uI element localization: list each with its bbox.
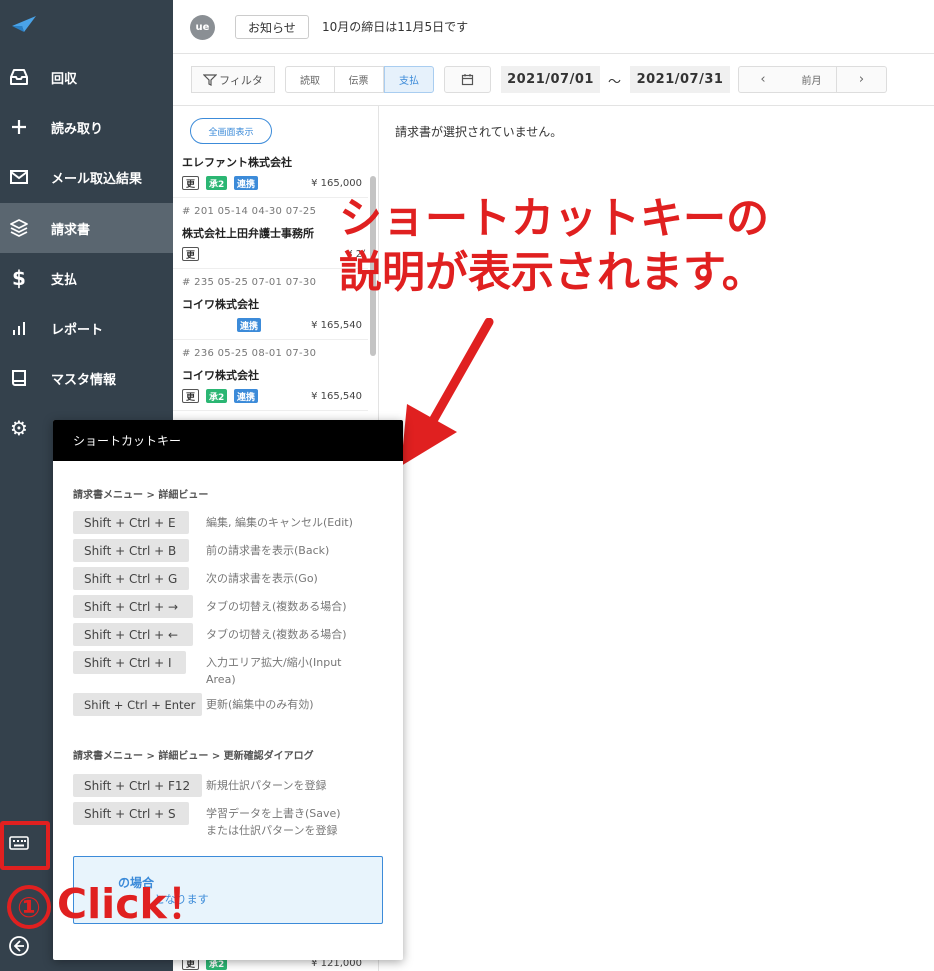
sidebar-item-payment[interactable]: $ 支払	[0, 253, 173, 303]
annotation-line-2: 説明が表示されます。	[339, 248, 765, 298]
plus-icon	[8, 116, 30, 138]
shortcut-key: Shift + Ctrl + I	[73, 651, 186, 674]
filter-label: フィルタ	[219, 73, 263, 87]
shortcut-key: Shift + Ctrl + G	[73, 567, 189, 590]
date-to[interactable]: 2021/07/31	[630, 66, 730, 93]
shortcut-desc: 新規仕訳パターンを登録	[206, 779, 327, 792]
vendor-name: コイワ株式会社	[182, 298, 259, 311]
click-annotation: ① Click！	[7, 870, 208, 930]
shortcut-desc: タブの切替え(複数ある場合)	[206, 600, 347, 613]
shortcut-key: Shift + Ctrl + Enter	[73, 693, 202, 716]
click-label: Click！	[57, 880, 208, 928]
sidebar-item-label: メール取込結果	[51, 171, 143, 187]
shortcut-key: Shift + Ctrl + S	[73, 802, 189, 825]
vendor-name: コイワ株式会社	[182, 369, 259, 382]
amount: ¥ 165,540	[311, 391, 362, 402]
dollar-icon: $	[12, 266, 26, 290]
top-bar: ue お知らせ 10月の締日は11月5日です	[173, 0, 934, 54]
collapse-sidebar-icon[interactable]	[8, 935, 30, 957]
sidebar-item-report[interactable]: レポート	[0, 303, 173, 353]
shortcut-desc: タブの切替え(複数ある場合)	[206, 628, 347, 641]
shortcut-desc: 次の請求書を表示(Go)	[206, 572, 318, 585]
tag-update: 更	[182, 389, 200, 403]
notice-button[interactable]: お知らせ	[235, 15, 309, 39]
fullscreen-button[interactable]: 全画面表示	[190, 118, 272, 144]
gear-icon: ⚙	[10, 416, 28, 440]
sidebar-item-invoices[interactable]: 請求書	[0, 203, 173, 253]
notice-text: 10月の締日は11月5日です	[322, 20, 469, 34]
prev-month-button[interactable]: 前月	[787, 66, 837, 93]
invoice-meta: # 201 05-14 04-30 07-25	[182, 206, 317, 217]
filter-icon	[203, 73, 218, 86]
calendar-icon	[461, 74, 474, 86]
bar-chart-icon	[8, 317, 30, 339]
tag-linked: 連携	[237, 318, 262, 332]
shortcut-desc: 前の請求書を表示(Back)	[206, 544, 330, 557]
shortcut-key: Shift + Ctrl + →	[73, 595, 193, 618]
tab-payment[interactable]: 支払	[384, 66, 434, 93]
tab-voucher[interactable]: 伝票	[334, 66, 384, 93]
shortcut-desc: 編集, 編集のキャンセル(Edit)	[206, 516, 353, 529]
sidebar-item-label: 支払	[51, 272, 78, 288]
sidebar-item-label: 回収	[51, 71, 78, 87]
sidebar-item-label: レポート	[51, 322, 104, 338]
annotation-line-1: ショートカットキーの	[339, 194, 769, 244]
shortcut-desc: 更新(編集中のみ有効)	[206, 698, 314, 711]
sidebar-item-label: マスタ情報	[51, 372, 117, 388]
section-title-detail-view: 請求書メニュー > 詳細ビュー	[73, 490, 209, 501]
sidebar-item-master[interactable]: マスタ情報	[0, 353, 173, 403]
shortcut-key: Shift + Ctrl + F12	[73, 774, 202, 797]
tag-linked: 連携	[234, 176, 259, 190]
vendor-name: エレファント株式会社	[182, 156, 292, 169]
tag-linked: 連携	[234, 389, 259, 403]
detail-empty-message: 請求書が選択されていません。	[395, 125, 563, 139]
shortcut-desc: 学習データを上書き(Save) または仕訳パターンを登録	[206, 807, 341, 837]
annotation-callout: ショートカットキーの 説明が表示されます。	[339, 192, 769, 300]
tag-update: 更	[182, 247, 200, 261]
filter-button[interactable]: フィルタ	[191, 66, 275, 93]
shortcut-key: Shift + Ctrl + E	[73, 511, 189, 534]
inbox-icon	[8, 66, 30, 88]
modal-title: ショートカットキー	[53, 420, 403, 461]
shortcut-desc: 入力エリア拡大/縮小(Input Area)	[206, 656, 342, 686]
invoice-meta: # 235 05-25 07-01 07-30	[182, 277, 317, 288]
invoice-meta: # 236 05-25 08-01 07-30	[182, 348, 317, 359]
amount: ¥ 165,540	[311, 320, 362, 331]
shortcut-key: Shift + Ctrl + B	[73, 539, 189, 562]
section-title-update-dialog: 請求書メニュー > 詳細ビュー > 更新確認ダイアログ	[73, 751, 314, 762]
list-item[interactable]: # 236 05-25 08-01 07-30 コイワ株式会社 更 承2 連携 …	[173, 340, 368, 411]
vendor-name: 株式会社上田弁護士事務所	[182, 227, 314, 240]
calendar-button[interactable]	[444, 66, 491, 93]
tag-update: 更	[182, 176, 200, 190]
date-from[interactable]: 2021/07/01	[501, 66, 600, 93]
tab-read[interactable]: 読取	[285, 66, 335, 93]
amount: ¥ 165,000	[311, 178, 362, 189]
mail-icon	[8, 166, 30, 188]
toolbar: フィルタ 読取 伝票 支払 2021/07/01 〜 2021/07/31 ‹ …	[173, 54, 934, 106]
book-icon	[8, 367, 30, 389]
chevron-left-icon: ‹	[760, 72, 766, 87]
sidebar-item-collection[interactable]: 回収	[0, 52, 173, 102]
step-number: ①	[7, 885, 51, 929]
keyboard-button-highlight	[0, 821, 50, 870]
annotation-arrow-icon	[401, 318, 494, 466]
prev-button[interactable]: ‹	[738, 66, 788, 93]
sidebar-item-label: 請求書	[51, 222, 91, 238]
next-button[interactable]: ›	[837, 66, 887, 93]
shortcut-key: Shift + Ctrl + ←	[73, 623, 193, 646]
layers-icon	[8, 217, 30, 239]
sidebar-item-mail-import[interactable]: メール取込結果	[0, 152, 173, 202]
app-logo-icon[interactable]	[10, 14, 38, 34]
tag-approval: 承2	[206, 389, 228, 403]
tag-approval: 承2	[206, 176, 228, 190]
sidebar-item-scan[interactable]: 読み取り	[0, 102, 173, 152]
avatar[interactable]: ue	[190, 15, 215, 40]
sidebar-item-label: 読み取り	[51, 121, 104, 137]
chevron-right-icon: ›	[858, 72, 865, 87]
date-separator: 〜	[608, 75, 622, 90]
